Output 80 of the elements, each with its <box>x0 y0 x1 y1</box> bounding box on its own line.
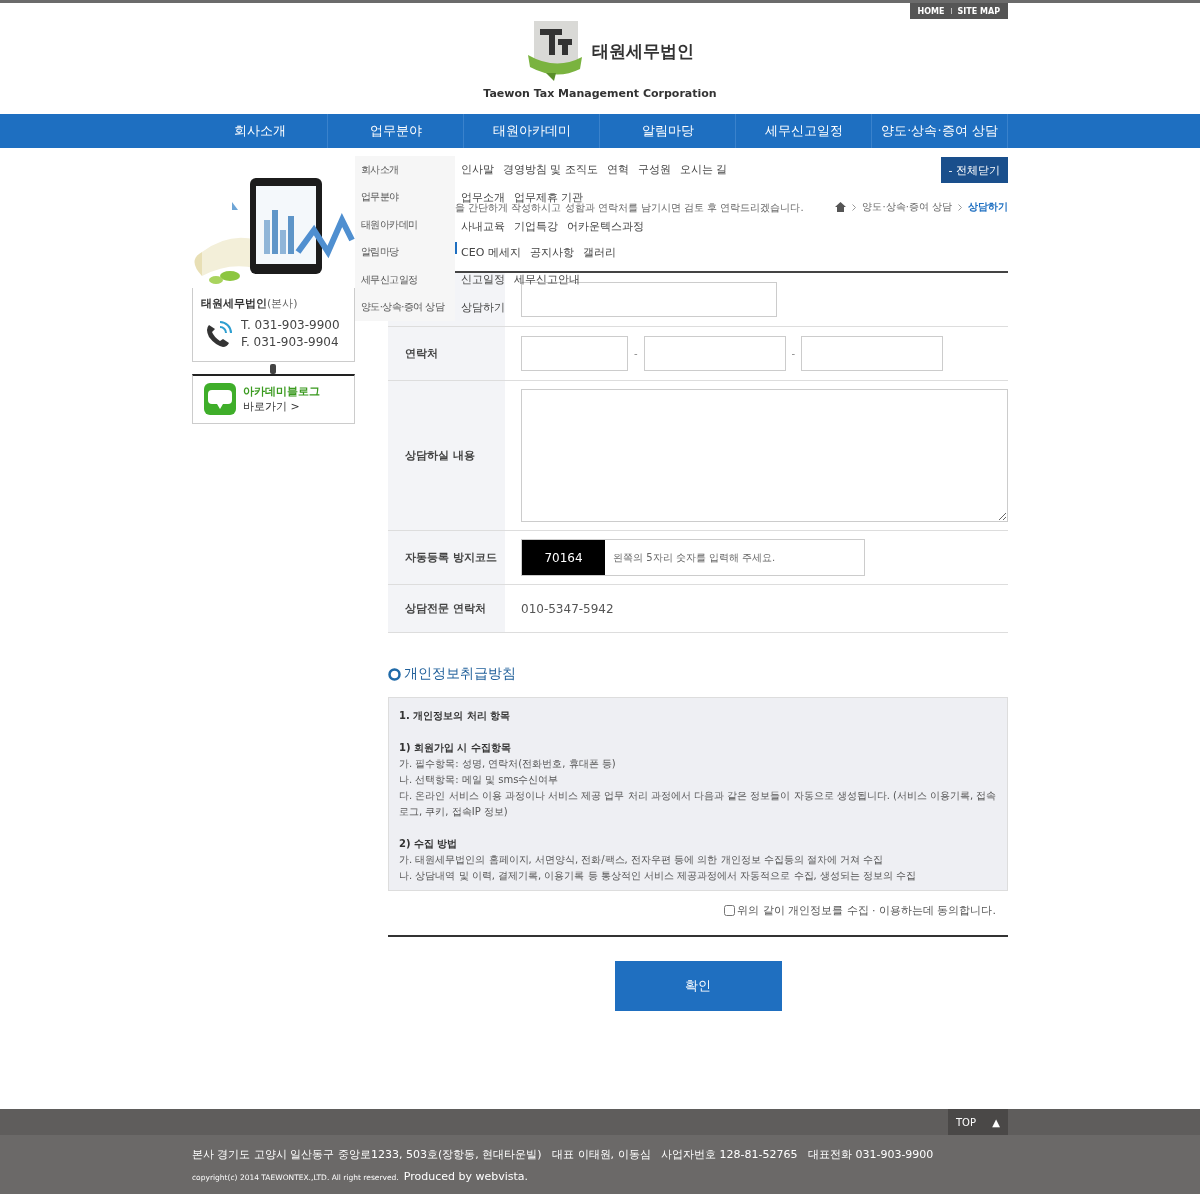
footer-address: 본사 경기도 고양시 일산동구 중앙로1233, 503호(장항동, 현대타운빌) 대표 이태원, 이동심 사업자번호 128-81-52765 대표전화 031-903-9900 <box>192 1147 935 1162</box>
menu-category[interactable]: 회사소개 <box>355 156 455 184</box>
policy-heading: 2) 수집 방법 <box>399 837 459 851</box>
home-icon[interactable] <box>835 202 847 212</box>
chart-bar <box>272 210 278 254</box>
submenu-link[interactable]: 공지사항 <box>529 244 574 260</box>
policy-text: 가. 필수항목: 성명, 연락처(전화번호, 휴대폰 등) <box>399 757 617 771</box>
menu-category[interactable]: 태원아카데미 <box>355 211 455 239</box>
breadcrumb-link[interactable]: 상담하기 <box>968 200 1008 214</box>
blog-icon <box>203 382 237 416</box>
utility-link[interactable]: HOME <box>917 6 945 16</box>
nav-item[interactable]: 업무분야 <box>328 114 464 148</box>
privacy-policy-box[interactable] <box>388 697 1008 891</box>
phone-input[interactable] <box>643 336 786 371</box>
blog-title: 아카데미블로그 <box>243 384 320 399</box>
submenu-link[interactable]: 경영방침 및 조직도 <box>503 162 598 178</box>
form-label-cell: 상담하실 내용 <box>388 381 505 530</box>
logo-name: 태원세무법인 <box>592 39 694 63</box>
consent-checkbox[interactable] <box>724 905 735 916</box>
submenu-link[interactable]: 갤러리 <box>582 244 616 260</box>
consent-label: 위의 같이 개인정보를 수집 · 이용하는데 동의합니다. <box>737 903 996 918</box>
leaf-icon <box>209 271 240 284</box>
nav-item[interactable]: 회사소개 <box>192 114 328 148</box>
submenu-link[interactable]: 업무소개 <box>461 189 505 205</box>
close-all-button[interactable]: - 전체닫기 <box>940 157 1008 183</box>
submenu-link[interactable]: 세무신고안내 <box>514 272 580 288</box>
policy-heading: 1. 개인정보의 처리 항목 <box>399 709 512 723</box>
zigzag-line <box>295 212 355 259</box>
policy-text: 가. 태원세무법인의 홈페이지, 서면양식, 전화/팩스, 전자우편 등에 의한 개인정보 수집등의 절차에 거쳐 수집 <box>399 853 885 867</box>
breadcrumb-link[interactable]: 양도·상속·증여 상담 <box>862 200 952 214</box>
submenu-link[interactable]: 신고일정 <box>461 272 505 288</box>
top-button[interactable]: TOP ▲ <box>948 1109 1008 1135</box>
submenu-link[interactable]: 사내교육 <box>461 219 505 235</box>
phone-input[interactable] <box>521 336 628 371</box>
dash-separator: - <box>791 348 796 359</box>
submenu-link[interactable]: 연혁 <box>607 162 629 178</box>
policy-text: 나. 선택항목: 메일 및 sms수신여부 <box>399 773 560 787</box>
submenu-link[interactable]: 오시는 길 <box>680 162 728 178</box>
submenu-link[interactable]: 구성원 <box>638 162 671 178</box>
phone-input[interactable] <box>801 336 944 371</box>
chart-bar <box>264 220 270 254</box>
menu-category[interactable]: 세무신고일정 <box>355 266 455 294</box>
credit-text: Produced by webvista. <box>403 1170 529 1183</box>
circle-icon <box>388 667 401 681</box>
nav-item[interactable]: 양도·상속·증여 상담 <box>872 114 1008 148</box>
chevron-icon <box>852 203 857 211</box>
blog-link: 바로가기 > <box>243 399 301 414</box>
utility-link[interactable]: SITE MAP <box>957 6 1000 16</box>
submenu-link[interactable]: 어카운텍스과정 <box>567 219 644 235</box>
policy-text: 나. 상담내역 및 이력, 결제기록, 이용기록 등 통상적인 서비스 제공과정에서 자동적으로 수집, 생성되는 정보의 수집 <box>399 869 918 883</box>
dash-separator: - <box>634 348 638 359</box>
clip-icon <box>270 364 276 374</box>
menu-category[interactable]: 업무분야 <box>355 183 455 211</box>
submenu-link[interactable]: 기업특강 <box>514 219 558 235</box>
balloon-icon <box>232 202 238 210</box>
blog-card[interactable]: 아카데미블로그 바로가기 > <box>192 374 355 424</box>
message-textarea[interactable] <box>521 389 1008 522</box>
chart-bar <box>280 230 286 254</box>
fax-number: F. 031-903-9904 <box>241 334 340 351</box>
nav-item[interactable]: 태원아카데미 <box>464 114 600 148</box>
chevron-icon <box>958 203 962 211</box>
chart-bar <box>288 216 294 254</box>
nav-item[interactable]: 세무신고일정 <box>736 114 872 148</box>
policy-heading: 1) 회원가입 시 수집항목 <box>399 741 512 755</box>
submenu-link[interactable]: 업무제휴 기관 <box>514 189 584 205</box>
submenu-link[interactable]: CEO 메세지 <box>461 244 521 260</box>
consult-phone-number: 010-5347-5942 <box>521 601 614 616</box>
menu-category[interactable]: 알림마당 <box>355 238 455 266</box>
policy-text: 다. 온라인 서비스 이용 과정이나 서비스 제공 업무 처리 과정에서 다음과 같은 정보들이 자동으로 생성됩니다. (서비스 이용기록, 접속 로그, 쿠키, 접속IP 정보) <box>399 789 997 819</box>
company-name: 태원세무법인(본사) <box>201 296 299 311</box>
logo-subtitle: Taewon Tax Management Corporation <box>483 87 717 100</box>
confirm-button[interactable]: 확인 <box>614 961 782 1011</box>
submenu-link[interactable]: 인사말 <box>461 162 494 178</box>
submenu-link[interactable]: 상담하기 <box>461 299 505 315</box>
section-title: 개인정보취급방침 <box>404 665 516 683</box>
phone-number: T. 031-903-9900 <box>241 317 340 334</box>
form-label-cell: 상담전문 연락처 <box>388 585 505 632</box>
form-label-cell: 연락처 <box>388 327 505 380</box>
nav-item[interactable]: 알림마당 <box>600 114 736 148</box>
form-label-cell: 자동등록 방지코드 <box>388 531 505 584</box>
